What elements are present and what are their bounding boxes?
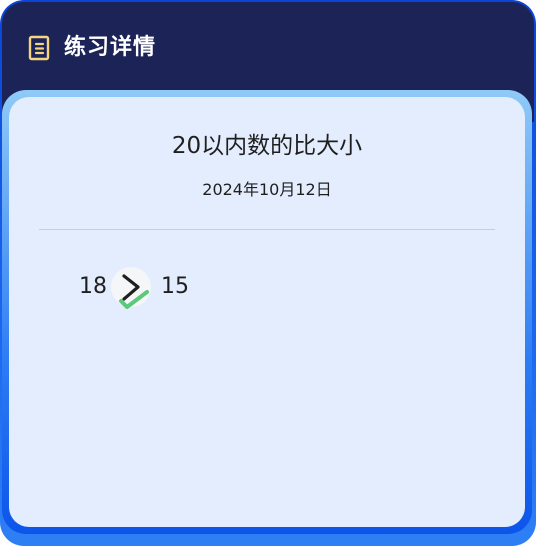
- answer-slot: [107, 267, 161, 309]
- answer-graphic: [119, 274, 149, 309]
- right-number: 15: [161, 274, 189, 299]
- greater-than-symbol: [122, 274, 140, 301]
- exercise-detail-card: 20以内数的比大小 2024年10月12日 18 15: [9, 97, 525, 527]
- exercise-date: 2024年10月12日: [202, 180, 332, 199]
- question-row: 18 15: [79, 267, 189, 309]
- exercise-title: 20以内数的比大小: [171, 133, 363, 159]
- app-window: 练习详情 20以内数的比大小 2024年10月12日 18 15: [0, 0, 536, 546]
- document-icon: [28, 35, 50, 61]
- left-number: 18: [79, 274, 107, 299]
- page-title: 练习详情: [64, 35, 157, 60]
- header-title-group: 练习详情: [28, 33, 156, 63]
- divider: [39, 229, 495, 230]
